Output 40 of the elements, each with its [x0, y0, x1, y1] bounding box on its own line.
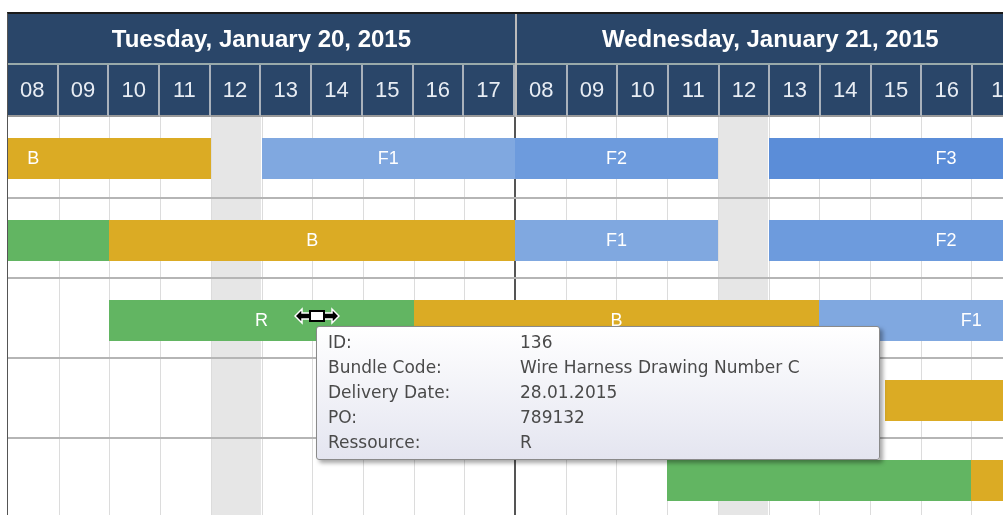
hour-header: 15: [362, 65, 414, 117]
tooltip-value: R: [520, 432, 533, 452]
hour-header: 16: [922, 65, 974, 117]
hour-header: 15: [871, 65, 923, 117]
hour-header: 14: [821, 65, 872, 117]
task-bar[interactable]: F3: [768, 138, 1003, 179]
hour-header: 08: [8, 65, 59, 117]
tooltip-value: 789132: [520, 407, 586, 427]
task-bar[interactable]: [667, 460, 972, 501]
hour-header: 11: [160, 65, 211, 117]
resize-cursor-icon: [294, 307, 340, 325]
hour-header: 09: [567, 65, 619, 117]
hour-header: 09: [58, 65, 110, 117]
task-bar[interactable]: [8, 220, 110, 261]
hour-header: 14: [312, 65, 363, 117]
task-bar[interactable]: F2: [515, 138, 718, 179]
task-bar[interactable]: B: [109, 220, 515, 261]
hour-header: 10: [109, 65, 161, 117]
task-bar[interactable]: B: [8, 138, 211, 179]
hour-header: 12: [719, 65, 771, 117]
tooltip-value: 28.01.2015: [520, 382, 619, 402]
tooltip-label: Bundle Code:: [328, 357, 443, 377]
task-bar[interactable]: F1: [261, 138, 515, 179]
task-bar[interactable]: F1: [515, 220, 718, 261]
hour-header: 16: [413, 65, 465, 117]
hour-header: 17: [464, 65, 515, 117]
hour-header: 1: [973, 65, 1003, 117]
tooltip-label: Ressource:: [328, 432, 422, 452]
day-header: Tuesday, January 20, 2015: [8, 14, 515, 65]
tooltip-value: Wire Harness Drawing Number C: [520, 357, 801, 377]
day-header: Wednesday, January 21, 2015: [516, 14, 1003, 65]
hour-header: 08: [516, 65, 568, 117]
hour-header: 13: [770, 65, 821, 117]
tooltip-label: PO:: [328, 407, 359, 427]
task-bar[interactable]: F2: [768, 220, 1003, 261]
hour-header: 13: [261, 65, 313, 117]
tooltip-label: Delivery Date:: [328, 382, 452, 402]
hour-header: 12: [210, 65, 262, 117]
hour-header: 10: [618, 65, 669, 117]
hour-header: 11: [668, 65, 720, 117]
